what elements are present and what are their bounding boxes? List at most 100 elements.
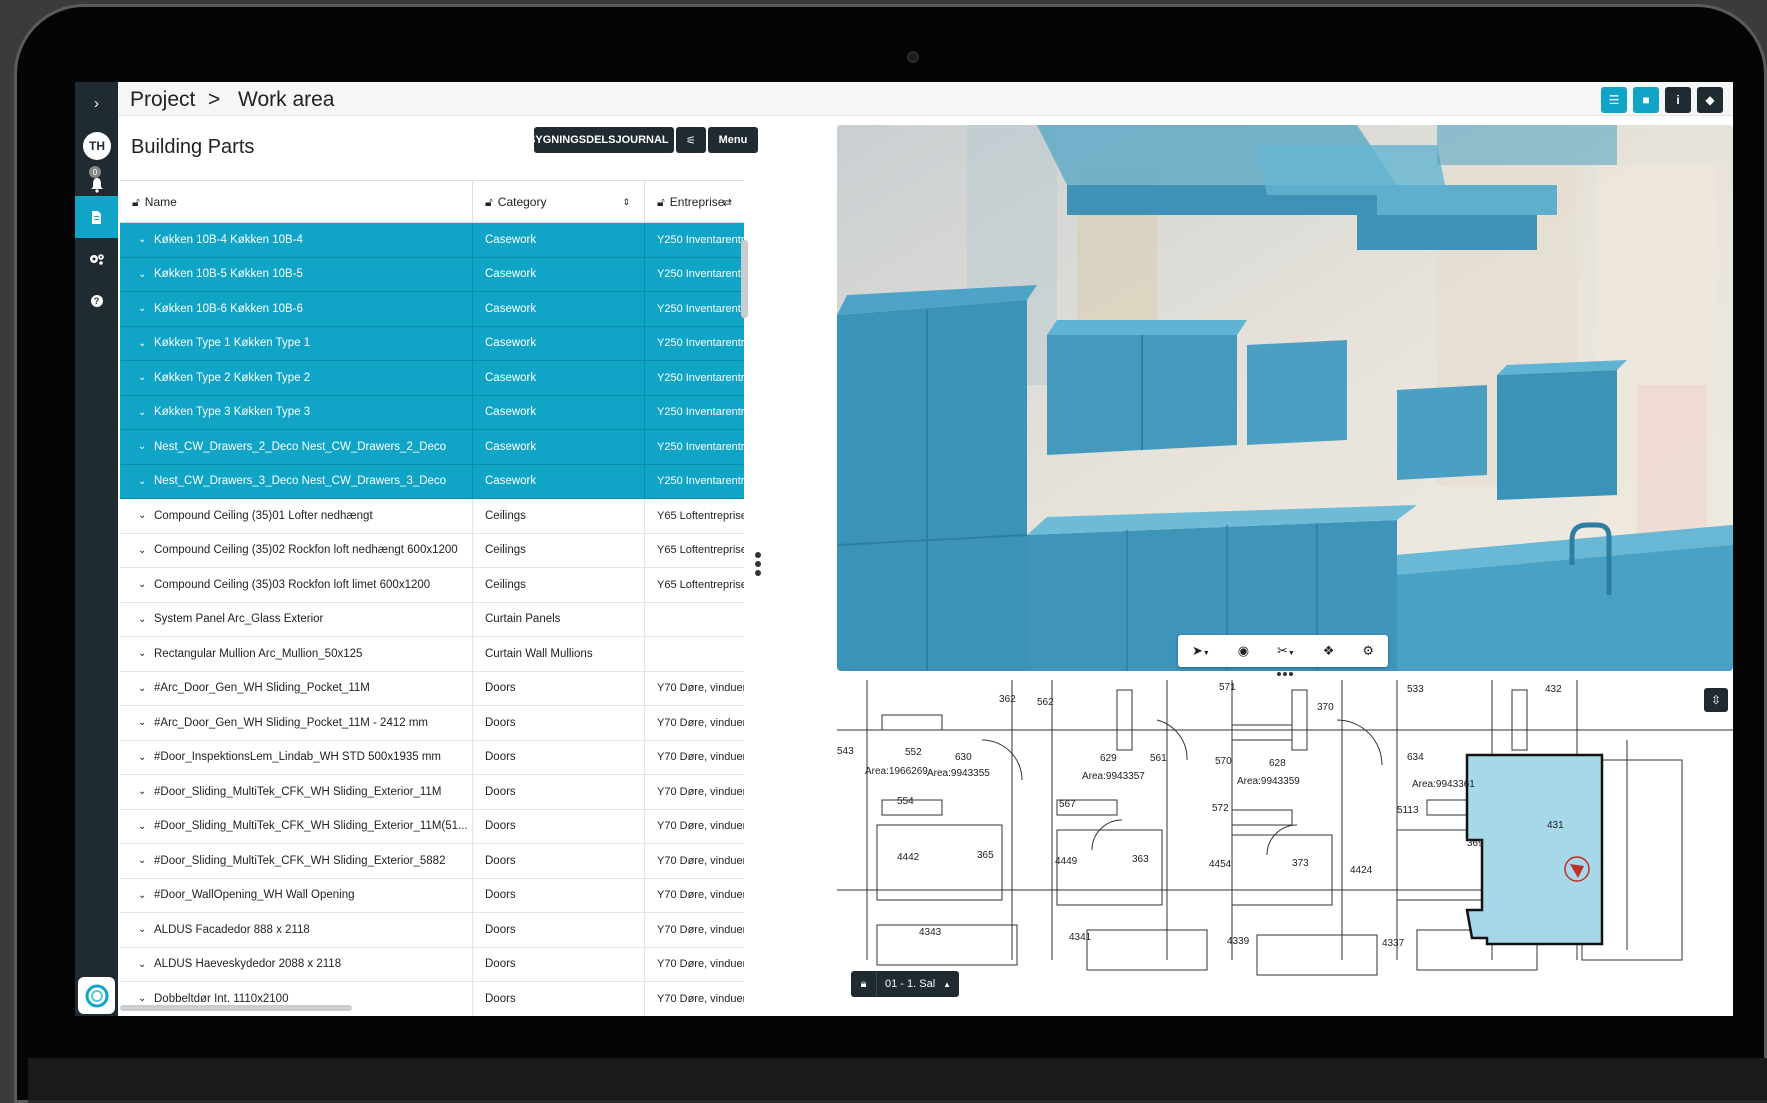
row-name: #Door_Sliding_MultiTek_CFK_WH Sliding_Ex… (154, 854, 446, 867)
app-logo[interactable] (78, 977, 115, 1014)
chevron-down-icon[interactable]: ⌄ (138, 993, 154, 1004)
chevron-down-icon[interactable]: ⌄ (138, 234, 154, 245)
3d-model-viewer[interactable] (837, 125, 1733, 671)
table-row[interactable]: ⌄ #Door_WallOpening_WH Wall Opening Doors Y… (120, 878, 744, 913)
table-row[interactable]: ⌄ Compound Ceiling (35)03 Rockfon loft li… (120, 568, 744, 603)
visibility-button[interactable]: ◉ (1238, 643, 1249, 659)
table-row[interactable]: ⌄ Køkken 10B-5 Køkken 10B-5 Casework Y250 I… (120, 257, 744, 292)
cell-name: ⌄ Køkken Type 3 Køkken Type 3 (120, 395, 473, 429)
table-row[interactable]: ⌄ #Arc_Door_Gen_WH Sliding_Pocket_11M Door… (120, 671, 744, 706)
avatar[interactable]: TH (83, 132, 111, 160)
chevron-down-icon[interactable]: ⌄ (138, 614, 154, 625)
lock-icon[interactable]: 🔒︎ (851, 971, 877, 997)
chevron-down-icon[interactable]: ⌄ (138, 269, 154, 280)
column-header-category[interactable]: 🔓︎ Category ⇕ (473, 181, 645, 223)
document-icon (92, 210, 101, 224)
section-tool-button[interactable]: ✂▼ (1277, 643, 1295, 659)
horizontal-splitter-handle[interactable] (1275, 672, 1295, 680)
table-row[interactable]: ⌄ #Arc_Door_Gen_WH Sliding_Pocket_11M - 2… (120, 706, 744, 741)
table-row[interactable]: ⌄ Køkken Type 3 Køkken Type 3 Casework Y250… (120, 395, 744, 430)
table-row[interactable]: ⌄ Compound Ceiling (35)01 Lofter nedhængt… (120, 499, 744, 534)
chevron-down-icon[interactable]: ⌄ (138, 683, 154, 694)
table-row[interactable]: ⌄ Køkken Type 2 Køkken Type 2 Casework Y250… (120, 361, 744, 396)
table-row[interactable]: ⌄ ALDUS Haeveskydedor 2088 x 2118 Doors Y70… (120, 947, 744, 982)
cell-category: Doors (473, 775, 645, 809)
chevron-down-icon[interactable]: ⌄ (138, 959, 154, 970)
cell-name: ⌄ Rectangular Mullion Arc_Mullion_50x125 (120, 637, 473, 671)
room-label: 4454 (1209, 859, 1232, 870)
cell-category: Doors (473, 740, 645, 774)
table-row[interactable]: ⌄ Køkken 10B-6 Køkken 10B-6 Casework Y250 I… (120, 292, 744, 327)
table-row[interactable]: ⌄ ALDUS Facadedor 888 x 2118 Doors Y70 Døre… (120, 913, 744, 948)
cell-entreprise: Y250 Inventarentreprise (657, 233, 744, 246)
chevron-down-icon[interactable]: ⌄ (138, 372, 154, 383)
select-tool-button[interactable]: ➤▼ (1192, 643, 1210, 659)
cell-category: Casework (473, 223, 645, 257)
expand-rail-button[interactable]: › (75, 82, 118, 124)
vertical-splitter-handle[interactable] (754, 552, 762, 582)
chevron-down-icon[interactable]: ⌄ (138, 510, 154, 521)
chevron-down-icon[interactable]: ⌄ (138, 648, 154, 659)
chevron-down-icon[interactable]: ⌄ (138, 786, 154, 797)
column-header-name[interactable]: 🔓︎ Name (120, 181, 473, 223)
room-label: 561 (1150, 753, 1167, 764)
chevron-down-icon[interactable]: ⌄ (138, 407, 154, 418)
floor-selector[interactable]: 🔒︎ 01 - 1. Sal ▲ (851, 971, 960, 997)
info-button[interactable]: i (1665, 87, 1691, 113)
nav-settings[interactable] (75, 238, 118, 280)
swap-sort-icon[interactable]: ⇄ (723, 196, 732, 209)
journal-dropdown-button[interactable]: BYGNINGSDELSJOURNAL ▼ (527, 127, 681, 153)
chevron-down-icon[interactable]: ⌄ (138, 752, 154, 763)
table-row[interactable]: ⌄ Nest_CW_Drawers_3_Deco Nest_CW_Drawers_… (120, 464, 744, 499)
table-row[interactable]: ⌄ #Door_Sliding_MultiTek_CFK_WH Sliding_E… (120, 775, 744, 810)
chevron-down-icon[interactable]: ⌄ (138, 717, 154, 728)
table-row[interactable]: ⌄ System Panel Arc_Glass Exterior Curtain … (120, 602, 744, 637)
models-button[interactable]: ❖ (1323, 643, 1335, 659)
chevron-down-icon[interactable]: ⌄ (138, 476, 154, 487)
sort-icon[interactable]: ⇕ (622, 197, 630, 208)
table-row[interactable]: ⌄ Rectangular Mullion Arc_Mullion_50x125 C… (120, 637, 744, 672)
table-row[interactable]: ⌄ #Door_InspektionsLem_Lindab_WH STD 500x… (120, 740, 744, 775)
cell-category: Casework (473, 326, 645, 360)
chevron-down-icon[interactable]: ⌄ (138, 441, 154, 452)
list-view-button[interactable]: ☰ (1601, 87, 1627, 113)
table-row[interactable]: ⌄ #Door_Sliding_MultiTek_CFK_WH Sliding_E… (120, 809, 744, 844)
list-icon: ☰ (1608, 93, 1620, 107)
table-row[interactable]: ⌄ Nest_CW_Drawers_2_Deco Nest_CW_Drawers_… (120, 430, 744, 465)
cell-name: ⌄ Nest_CW_Drawers_3_Deco Nest_CW_Drawers_… (120, 464, 473, 498)
cell-entreprise: Y65 Loftentreprise (657, 509, 744, 522)
table-row[interactable]: ⌄ Køkken 10B-4 Køkken 10B-4 Casework Y250 I… (120, 223, 744, 258)
chevron-down-icon[interactable]: ⌄ (138, 579, 154, 590)
help-icon: ? (90, 295, 103, 307)
column-header-entreprise[interactable]: 🔓︎ Entreprise ⇄ (645, 181, 744, 223)
row-name: ALDUS Haeveskydedor 2088 x 2118 (154, 958, 342, 971)
nav-help[interactable]: ? (75, 280, 118, 322)
chevron-down-icon[interactable]: ⌄ (138, 890, 154, 901)
row-name: Nest_CW_Drawers_2_Deco Nest_CW_Drawers_2… (154, 440, 447, 453)
nav-documents[interactable] (75, 196, 118, 238)
table-horizontal-scrollbar[interactable] (120, 1005, 352, 1011)
model-view-button[interactable]: ■ (1633, 87, 1659, 113)
breadcrumb-project[interactable]: Project (130, 88, 195, 112)
floor-plan-viewer[interactable]: 562 571 533 432 362 370 543 552 630 629 561 570 628 6… (837, 680, 1733, 1016)
chevron-down-icon[interactable]: ⌄ (138, 924, 154, 935)
tag-button[interactable]: ◆ (1697, 87, 1723, 113)
viewer-settings-button[interactable]: ⚙ (1362, 643, 1374, 659)
chevron-down-icon[interactable]: ⌄ (138, 855, 154, 866)
row-name: Køkken 10B-4 Køkken 10B-4 (154, 233, 303, 246)
journal-dropdown-label: BYGNINGSDELSJOURNAL (527, 134, 669, 146)
chevron-down-icon[interactable]: ⌄ (138, 545, 154, 556)
menu-button[interactable]: Menu (708, 127, 758, 153)
filter-button[interactable]: ⚟ (676, 127, 706, 153)
row-name: Rectangular Mullion Arc_Mullion_50x125 (154, 647, 363, 660)
table-vertical-scrollbar[interactable] (741, 240, 748, 318)
cursor-icon: ➤ (1191, 643, 1203, 658)
plan-split-button[interactable]: ⇳ (1704, 688, 1728, 712)
chevron-down-icon[interactable]: ⌄ (138, 821, 154, 832)
chevron-down-icon[interactable]: ⌄ (138, 338, 154, 349)
table-row[interactable]: ⌄ Køkken Type 1 Køkken Type 1 Casework Y250… (120, 326, 744, 361)
table-row[interactable]: ⌄ #Door_Sliding_MultiTek_CFK_WH Sliding_E… (120, 844, 744, 879)
table-row[interactable]: ⌄ Compound Ceiling (35)02 Rockfon loft ne… (120, 533, 744, 568)
chevron-down-icon[interactable]: ⌄ (138, 303, 154, 314)
room-label: 562 (1037, 697, 1054, 708)
